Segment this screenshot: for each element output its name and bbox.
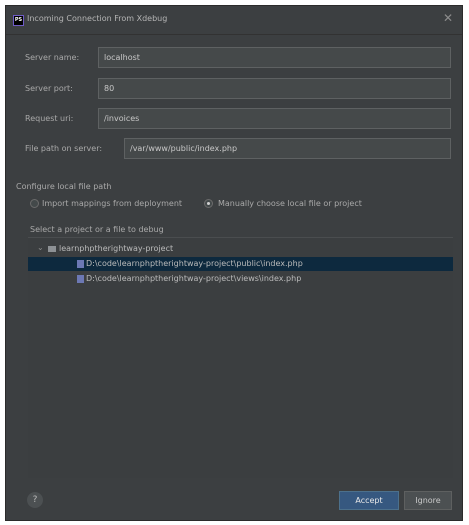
- dialog-footer: ? Accept Ignore: [6, 487, 462, 520]
- import-mappings-label[interactable]: Import mappings from deployment: [42, 199, 182, 208]
- manual-choose-radio[interactable]: [204, 199, 213, 208]
- server-name-field[interactable]: localhost: [98, 47, 451, 68]
- file-path-row: File path on server: /var/www/public/ind…: [6, 138, 462, 160]
- server-name-label: Server name:: [25, 53, 80, 62]
- xdebug-dialog: PS Incoming Connection From Xdebug ✕ Ser…: [5, 5, 463, 521]
- select-project-label: Select a project or a file to debug: [30, 225, 164, 234]
- accept-button[interactable]: Accept: [339, 491, 399, 510]
- server-port-row: Server port: 80: [6, 78, 462, 100]
- title-bar: PS Incoming Connection From Xdebug ✕: [6, 6, 462, 35]
- manual-choose-label[interactable]: Manually choose local file or project: [218, 199, 362, 208]
- configure-local-path-label: Configure local file path: [16, 182, 112, 191]
- request-uri-label: Request uri:: [25, 114, 74, 123]
- php-file-icon: [77, 260, 84, 268]
- request-uri-field[interactable]: /invoices: [98, 108, 451, 129]
- request-uri-row: Request uri: /invoices: [6, 108, 462, 130]
- server-port-field[interactable]: 80: [98, 78, 451, 99]
- tree-file-node[interactable]: D:\code\learnphptherightway-project\view…: [28, 272, 453, 286]
- php-file-icon: [77, 275, 84, 283]
- tree-project-node[interactable]: ⌄ learnphptherightway-project: [28, 242, 453, 256]
- file-path-field[interactable]: /var/www/public/index.php: [124, 138, 451, 159]
- phpstorm-logo-icon: PS: [13, 15, 24, 26]
- file-path-label: File path on server:: [25, 144, 103, 153]
- window-title: Incoming Connection From Xdebug: [27, 14, 168, 23]
- import-mappings-radio[interactable]: [30, 199, 39, 208]
- help-button[interactable]: ?: [27, 492, 43, 508]
- tree-file-node[interactable]: D:\code\learnphptherightway-project\publ…: [28, 257, 453, 271]
- ignore-button[interactable]: Ignore: [404, 491, 452, 510]
- project-tree: ⌄ learnphptherightway-project D:\code\le…: [28, 237, 453, 478]
- close-icon[interactable]: ✕: [443, 11, 453, 25]
- server-port-label: Server port:: [25, 84, 73, 93]
- server-name-row: Server name: localhost: [6, 47, 462, 69]
- folder-icon: [48, 246, 56, 252]
- file-path: D:\code\learnphptherightway-project\publ…: [86, 259, 303, 268]
- file-path: D:\code\learnphptherightway-project\view…: [86, 274, 302, 283]
- project-name: learnphptherightway-project: [59, 244, 174, 253]
- chevron-down-icon[interactable]: ⌄: [37, 243, 44, 252]
